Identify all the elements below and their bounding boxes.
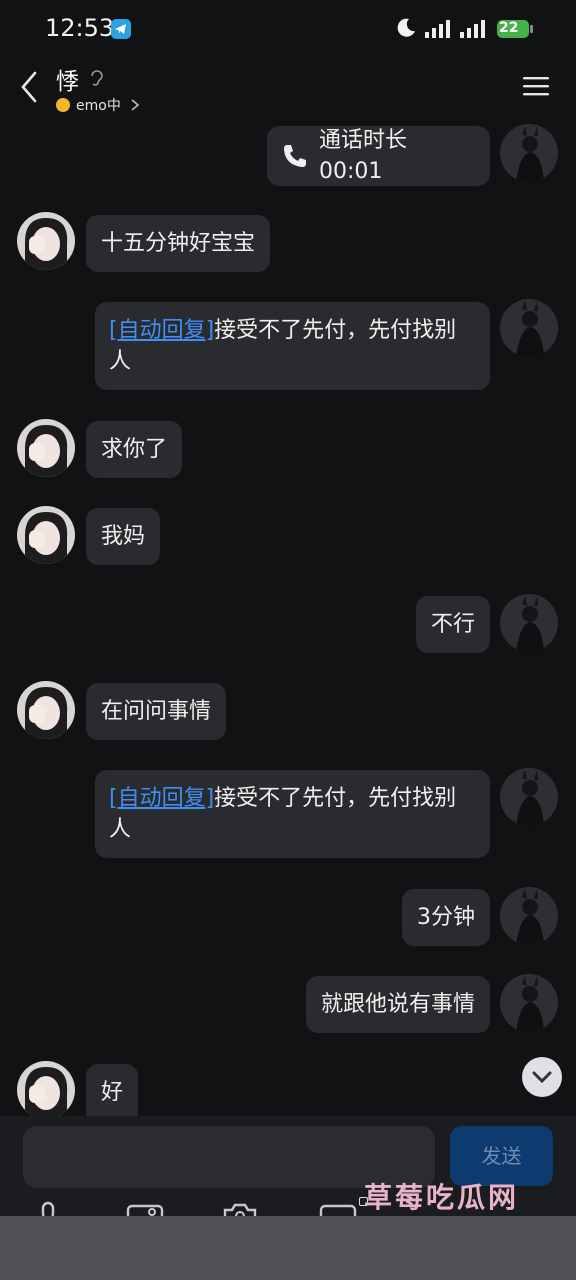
signal-icon	[425, 20, 450, 38]
my-avatar[interactable]	[500, 887, 558, 945]
contact-status[interactable]: emo中	[76, 95, 121, 115]
chevron-right-icon[interactable]	[130, 98, 140, 112]
my-avatar[interactable]	[500, 768, 558, 826]
battery-level: 22	[499, 20, 519, 36]
my-avatar[interactable]	[500, 299, 558, 357]
contact-avatar[interactable]	[17, 506, 75, 564]
message-bubble-call[interactable]: 通话时长 00:01	[267, 126, 490, 186]
auto-reply-link[interactable]: [自动回复]	[109, 786, 214, 811]
moon-icon	[397, 18, 415, 37]
status-bar: 12:53 22	[0, 0, 576, 60]
message-bubble-auto-reply[interactable]: [自动回复]接受不了先付，先付找别人	[95, 770, 490, 858]
telegram-icon	[111, 19, 131, 39]
phone-icon	[284, 145, 306, 167]
contact-avatar[interactable]	[17, 681, 75, 739]
my-avatar[interactable]	[500, 124, 558, 182]
status-emoji-icon	[56, 98, 70, 112]
bottom-overlay	[0, 1216, 576, 1280]
status-time: 12:53	[45, 14, 115, 42]
message-bubble[interactable]: 我妈	[86, 508, 161, 565]
message-bubble-auto-reply[interactable]: [自动回复]接受不了先付，先付找别人	[95, 302, 490, 390]
chevron-down-icon	[532, 1071, 552, 1084]
contact-name[interactable]: 悸	[56, 62, 79, 96]
call-duration: 通话时长 00:01	[319, 128, 408, 184]
message-bubble[interactable]: 求你了	[86, 421, 183, 478]
back-icon[interactable]	[18, 70, 40, 104]
contact-avatar[interactable]	[17, 1061, 75, 1119]
message-bubble[interactable]: 好	[86, 1064, 139, 1116]
menu-icon[interactable]	[522, 74, 550, 98]
message-bubble[interactable]: 3分钟	[402, 889, 490, 946]
auto-reply-link[interactable]: [自动回复]	[109, 318, 214, 343]
message-bubble[interactable]: 就跟他说有事情	[305, 976, 490, 1033]
chat-header: 悸 emo中	[0, 60, 576, 122]
scroll-to-bottom-button[interactable]	[522, 1057, 562, 1097]
watermark: 草莓吃瓜网	[364, 1181, 520, 1214]
message-bubble[interactable]: 十五分钟好宝宝	[86, 215, 271, 272]
contact-avatar[interactable]	[17, 419, 75, 477]
my-avatar[interactable]	[500, 974, 558, 1032]
my-avatar[interactable]	[500, 594, 558, 652]
message-bubble[interactable]: 在问问事情	[86, 683, 227, 740]
message-bubble[interactable]: 不行	[415, 596, 490, 653]
ear-icon	[91, 70, 103, 86]
contact-avatar[interactable]	[17, 212, 75, 270]
signal-icon	[460, 20, 485, 38]
